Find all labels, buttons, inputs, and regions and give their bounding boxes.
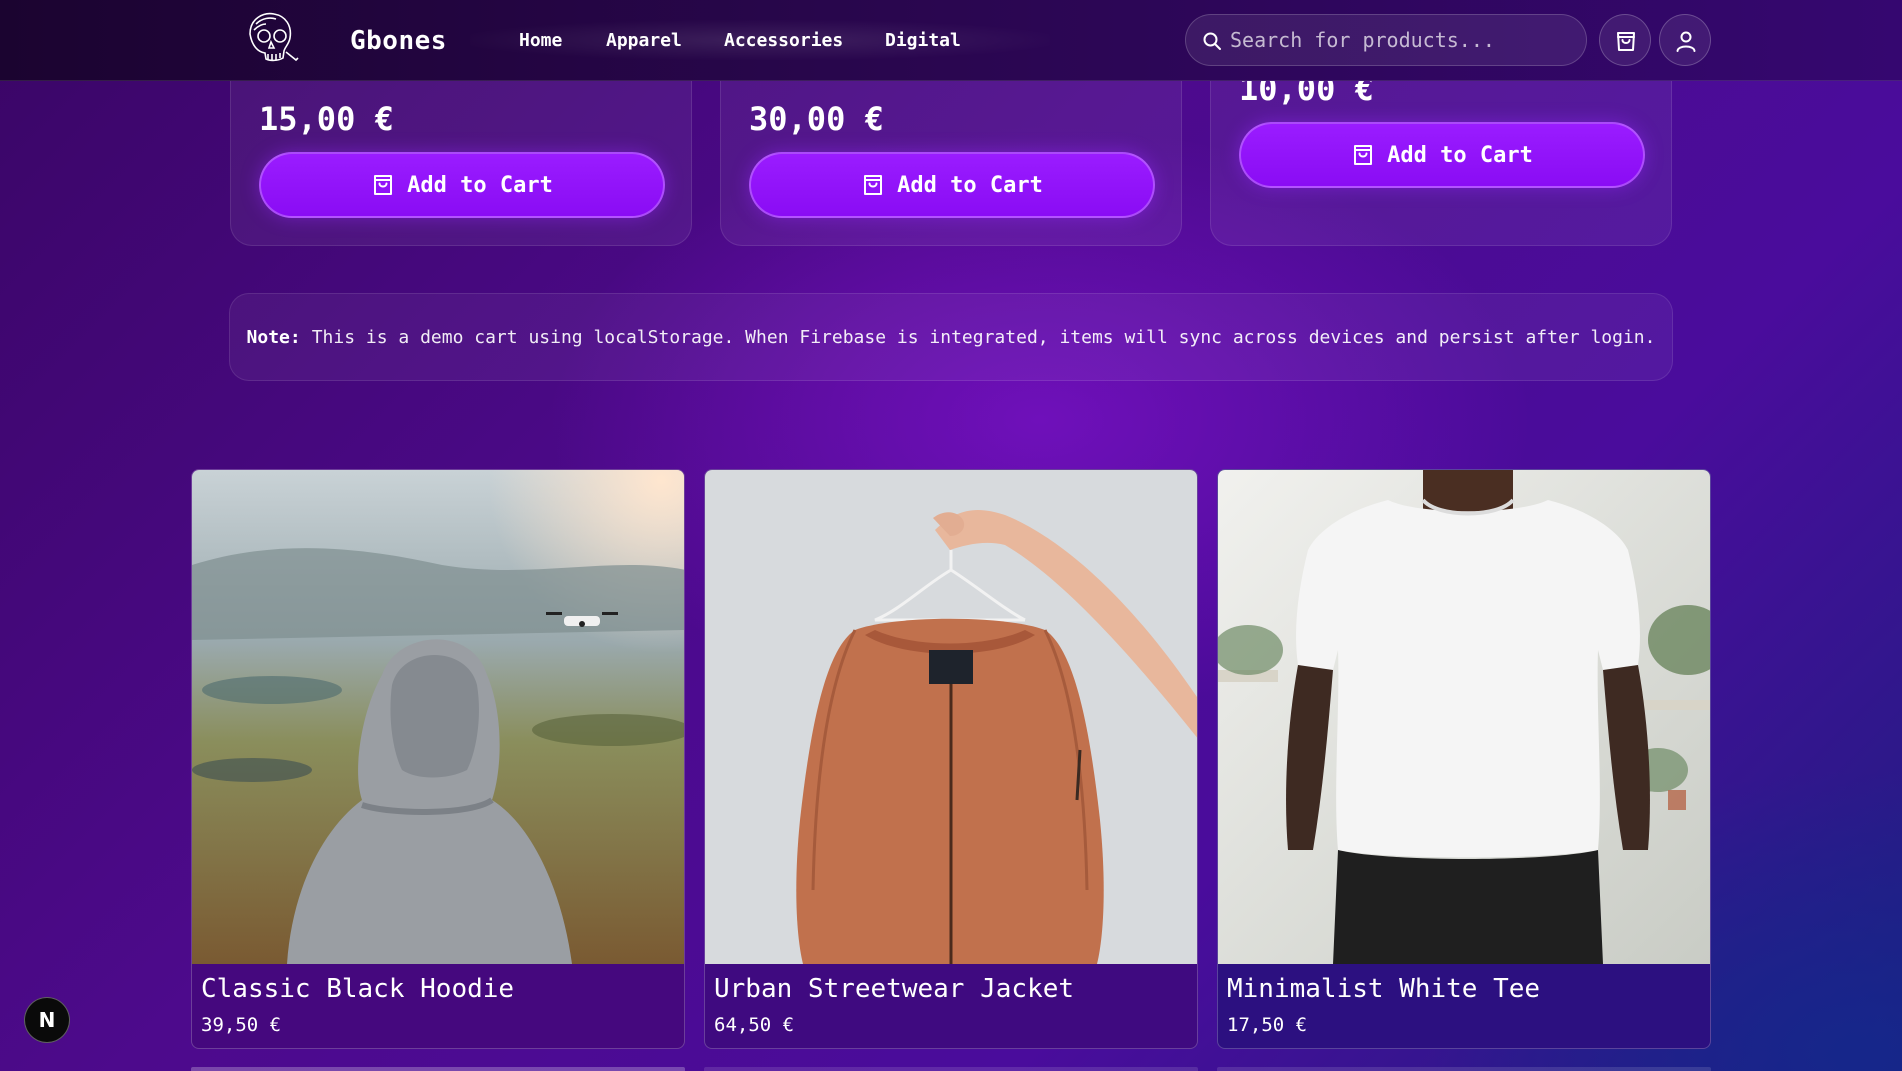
- nav-apparel-link[interactable]: Apparel: [606, 30, 682, 51]
- search-input[interactable]: [1230, 15, 1570, 65]
- product-image-jacket[interactable]: [705, 470, 1197, 964]
- product-image-hoodie[interactable]: [192, 470, 684, 964]
- product-price: 30,00 €: [749, 100, 884, 138]
- demo-cart-note: Note: This is a demo cart using localSto…: [229, 293, 1673, 381]
- shopping-bag-icon: [864, 175, 883, 195]
- note-text: This is a demo cart using localStorage. …: [311, 326, 1656, 348]
- account-button[interactable]: [1659, 14, 1711, 66]
- product-title[interactable]: Classic Black Hoodie: [201, 974, 514, 1004]
- nav-home-link[interactable]: Home: [519, 30, 562, 51]
- nav-accessories-link[interactable]: Accessories: [724, 30, 843, 51]
- product-title[interactable]: Urban Streetwear Jacket: [714, 974, 1074, 1004]
- product-price: 39,50 €: [201, 1014, 282, 1036]
- shopping-bag-icon: [1354, 145, 1373, 165]
- product-card: 10,00 € Add to Cart: [1210, 60, 1672, 246]
- next-row-card-edge: [1217, 1067, 1711, 1071]
- product-card[interactable]: Minimalist White Tee 17,50 €: [1217, 469, 1711, 1049]
- add-to-cart-button[interactable]: Add to Cart: [1239, 122, 1645, 188]
- shopping-bag-icon: [1617, 32, 1635, 51]
- user-icon: [1676, 31, 1696, 52]
- add-to-cart-label: Add to Cart: [897, 172, 1043, 198]
- product-card: 15,00 € Add to Cart: [230, 60, 692, 246]
- skull-logo-icon[interactable]: [240, 8, 300, 68]
- next-row-card-edge: [191, 1067, 685, 1071]
- product-card[interactable]: Classic Black Hoodie 39,50 €: [191, 469, 685, 1049]
- note-label: Note:: [246, 326, 301, 348]
- next-row-card-edge: [704, 1067, 1198, 1071]
- brand-name[interactable]: Gbones: [350, 26, 447, 56]
- add-to-cart-button[interactable]: Add to Cart: [749, 152, 1155, 218]
- product-card[interactable]: Urban Streetwear Jacket 64,50 €: [704, 469, 1198, 1049]
- nextjs-dev-badge[interactable]: N: [24, 997, 70, 1043]
- cart-button[interactable]: [1599, 14, 1651, 66]
- search-icon: [1202, 31, 1222, 51]
- product-title[interactable]: Minimalist White Tee: [1227, 974, 1540, 1004]
- add-to-cart-label: Add to Cart: [407, 172, 553, 198]
- add-to-cart-button[interactable]: Add to Cart: [259, 152, 665, 218]
- shopping-bag-icon: [374, 175, 393, 195]
- nav-digital-link[interactable]: Digital: [885, 30, 961, 51]
- site-header: Gbones Home Apparel Accessories Digital: [0, 0, 1902, 81]
- product-price: 64,50 €: [714, 1014, 795, 1036]
- product-card: 30,00 € Add to Cart: [720, 60, 1182, 246]
- search-box[interactable]: [1185, 14, 1587, 66]
- add-to-cart-label: Add to Cart: [1387, 142, 1533, 168]
- product-price: 17,50 €: [1227, 1014, 1308, 1036]
- product-price: 15,00 €: [259, 100, 394, 138]
- product-image-tee[interactable]: [1218, 470, 1710, 964]
